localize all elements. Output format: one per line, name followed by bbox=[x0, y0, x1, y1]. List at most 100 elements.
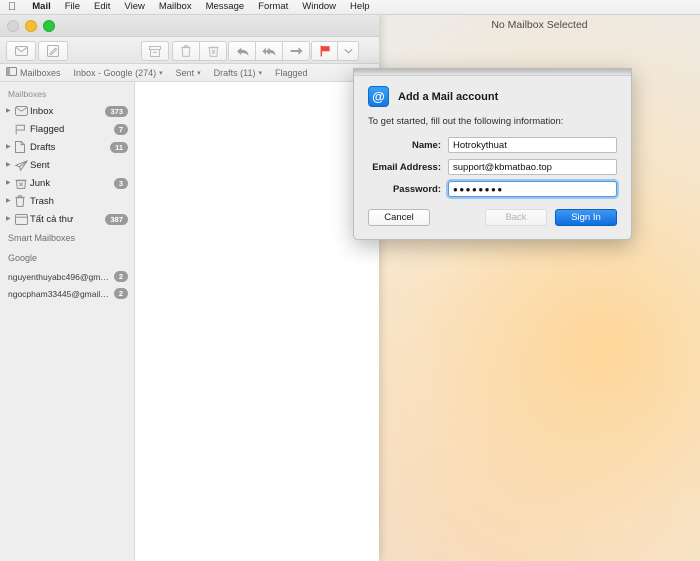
at-sign-icon: @ bbox=[368, 86, 389, 107]
disclosure-triangle-icon[interactable]: ▶ bbox=[6, 144, 15, 150]
password-field-label: Password: bbox=[392, 183, 441, 195]
sidebar-account-nguyenthuyabc496[interactable]: nguyenthuyabc496@gmail.... 2 bbox=[0, 268, 134, 285]
unread-badge: 11 bbox=[110, 141, 128, 153]
unread-badge: 3 bbox=[113, 177, 128, 189]
sidebar-item-flagged[interactable]: Flagged 7 bbox=[0, 120, 134, 138]
window-titlebar bbox=[0, 14, 379, 37]
reply-group bbox=[228, 41, 310, 61]
sidebar-item-label: Inbox bbox=[30, 105, 54, 117]
window-body: Mailboxes ▶ Inbox 373 Flagged 7 ▶ Drafts… bbox=[0, 82, 379, 561]
sidebar-item-label: Trash bbox=[30, 195, 54, 207]
disclosure-triangle-icon[interactable]: ▶ bbox=[6, 180, 15, 186]
delete-junk-group bbox=[172, 41, 227, 61]
email-field-row: Email Address: support@kbmatbao.top bbox=[368, 159, 617, 175]
get-mail-button[interactable] bbox=[6, 41, 36, 61]
name-field-label: Name: bbox=[411, 139, 441, 151]
account-label: nguyenthuyabc496@gmail.... bbox=[8, 271, 114, 282]
trash-icon bbox=[15, 195, 30, 207]
flag-button[interactable] bbox=[311, 41, 339, 61]
email-input[interactable]: support@kbmatbao.top bbox=[448, 159, 617, 175]
favorites-item-label: Flagged bbox=[274, 67, 308, 78]
unread-badge: 373 bbox=[105, 105, 128, 117]
menu-item-file[interactable]: File bbox=[58, 0, 87, 14]
maximize-button[interactable] bbox=[43, 20, 55, 32]
menu-item-mail[interactable]: Mail bbox=[25, 0, 57, 14]
envelope-icon bbox=[14, 46, 28, 56]
chevron-down-icon: ▾ bbox=[197, 69, 201, 77]
add-mail-account-dialog: @ Add a Mail account To get started, fil… bbox=[353, 68, 632, 240]
reply-all-button[interactable] bbox=[255, 41, 282, 61]
sidebar: Mailboxes ▶ Inbox 373 Flagged 7 ▶ Drafts… bbox=[0, 82, 135, 561]
menu-item-message[interactable]: Message bbox=[199, 0, 252, 14]
mail-window: Mailboxes Inbox - Google (274) ▾ Sent ▾ … bbox=[0, 14, 379, 561]
email-field-label: Email Address: bbox=[372, 161, 441, 173]
compose-button[interactable] bbox=[38, 41, 68, 61]
paper-plane-icon bbox=[15, 159, 30, 171]
name-field-row: Name: Hotrokythuat bbox=[368, 137, 617, 153]
delete-button[interactable] bbox=[172, 41, 199, 61]
menu-item-mailbox[interactable]: Mailbox bbox=[152, 0, 199, 14]
screen:  Mail File Edit View Mailbox Message Fo… bbox=[0, 0, 700, 561]
chevron-down-icon: ▾ bbox=[258, 69, 262, 77]
sign-in-button[interactable]: Sign In bbox=[555, 209, 617, 226]
disclosure-triangle-icon[interactable]: ▶ bbox=[6, 216, 15, 222]
forward-button[interactable] bbox=[282, 41, 310, 61]
flag-outline-icon bbox=[15, 124, 30, 135]
mailboxes-toggle[interactable]: Mailboxes bbox=[6, 67, 61, 78]
unread-badge: 7 bbox=[113, 123, 128, 135]
forward-arrow-icon bbox=[290, 46, 303, 56]
sidebar-item-inbox[interactable]: ▶ Inbox 373 bbox=[0, 102, 134, 120]
sidebar-item-drafts[interactable]: ▶ Drafts 11 bbox=[0, 138, 134, 156]
sidebar-item-junk[interactable]: ▶ Junk 3 bbox=[0, 174, 134, 192]
cancel-button[interactable]: Cancel bbox=[368, 209, 430, 226]
disclosure-triangle-icon[interactable]: ▶ bbox=[6, 108, 15, 114]
draft-page-icon bbox=[15, 141, 30, 153]
dialog-subtitle: To get started, fill out the following i… bbox=[368, 116, 564, 127]
minimize-button[interactable] bbox=[25, 20, 37, 32]
unread-badge: 2 bbox=[113, 288, 128, 299]
sidebar-account-ngocpham33445[interactable]: ngocpham33445@gmail.com 2 bbox=[0, 285, 134, 302]
reply-all-arrow-icon bbox=[261, 46, 277, 57]
disclosure-triangle-icon[interactable]: ▶ bbox=[6, 162, 15, 168]
flag-icon bbox=[320, 45, 331, 57]
disclosure-triangle-icon[interactable]: ▶ bbox=[6, 198, 15, 204]
sidebar-toggle-icon bbox=[6, 67, 17, 78]
menu-item-edit[interactable]: Edit bbox=[87, 0, 117, 14]
dialog-buttons: Cancel Back Sign In bbox=[368, 209, 617, 226]
password-input[interactable]: ●●●●●●●● bbox=[448, 181, 617, 197]
menu-item-window[interactable]: Window bbox=[295, 0, 343, 14]
menu-bar:  Mail File Edit View Mailbox Message Fo… bbox=[0, 0, 700, 15]
menu-item-help[interactable]: Help bbox=[343, 0, 377, 14]
flag-dropdown-button[interactable] bbox=[337, 41, 359, 61]
sidebar-item-label: Sent bbox=[30, 159, 50, 171]
junk-button[interactable] bbox=[199, 41, 227, 61]
name-input[interactable]: Hotrokythuat bbox=[448, 137, 617, 153]
close-button[interactable] bbox=[7, 20, 19, 32]
sidebar-item-sent[interactable]: ▶ Sent bbox=[0, 156, 134, 174]
trash-icon bbox=[181, 45, 191, 57]
junk-thumb-icon bbox=[207, 45, 219, 57]
favorites-item-label: Sent bbox=[175, 67, 195, 78]
sidebar-item-all-mail[interactable]: ▶ Tất cả thư 387 bbox=[0, 210, 134, 228]
menu-item-view[interactable]: View bbox=[117, 0, 151, 14]
favorites-item-drafts[interactable]: Drafts (11) ▾ bbox=[214, 68, 262, 78]
junk-bin-icon bbox=[15, 178, 30, 189]
message-list-pane[interactable] bbox=[135, 82, 379, 561]
chevron-down-icon: ▾ bbox=[159, 69, 163, 77]
archive-button[interactable] bbox=[141, 41, 169, 61]
favorites-item-label: Inbox - Google (274) bbox=[73, 67, 157, 78]
unread-badge: 2 bbox=[113, 271, 128, 282]
all-mail-box-icon bbox=[15, 213, 30, 225]
favorites-item-label: Mailboxes bbox=[20, 67, 61, 78]
dialog-header: @ Add a Mail account bbox=[368, 86, 617, 107]
apple-logo-icon[interactable]:  bbox=[8, 1, 16, 13]
sidebar-item-trash[interactable]: ▶ Trash bbox=[0, 192, 134, 210]
menu-item-format[interactable]: Format bbox=[251, 0, 295, 14]
reply-button[interactable] bbox=[228, 41, 255, 61]
favorites-item-inbox-google[interactable]: Inbox - Google (274) ▾ bbox=[74, 68, 163, 78]
dialog-top-bar bbox=[354, 69, 631, 76]
dialog-title: Add a Mail account bbox=[398, 90, 499, 103]
favorites-bar: Mailboxes Inbox - Google (274) ▾ Sent ▾ … bbox=[0, 64, 379, 82]
favorites-item-flagged[interactable]: Flagged bbox=[275, 68, 308, 78]
favorites-item-sent[interactable]: Sent ▾ bbox=[176, 68, 201, 78]
